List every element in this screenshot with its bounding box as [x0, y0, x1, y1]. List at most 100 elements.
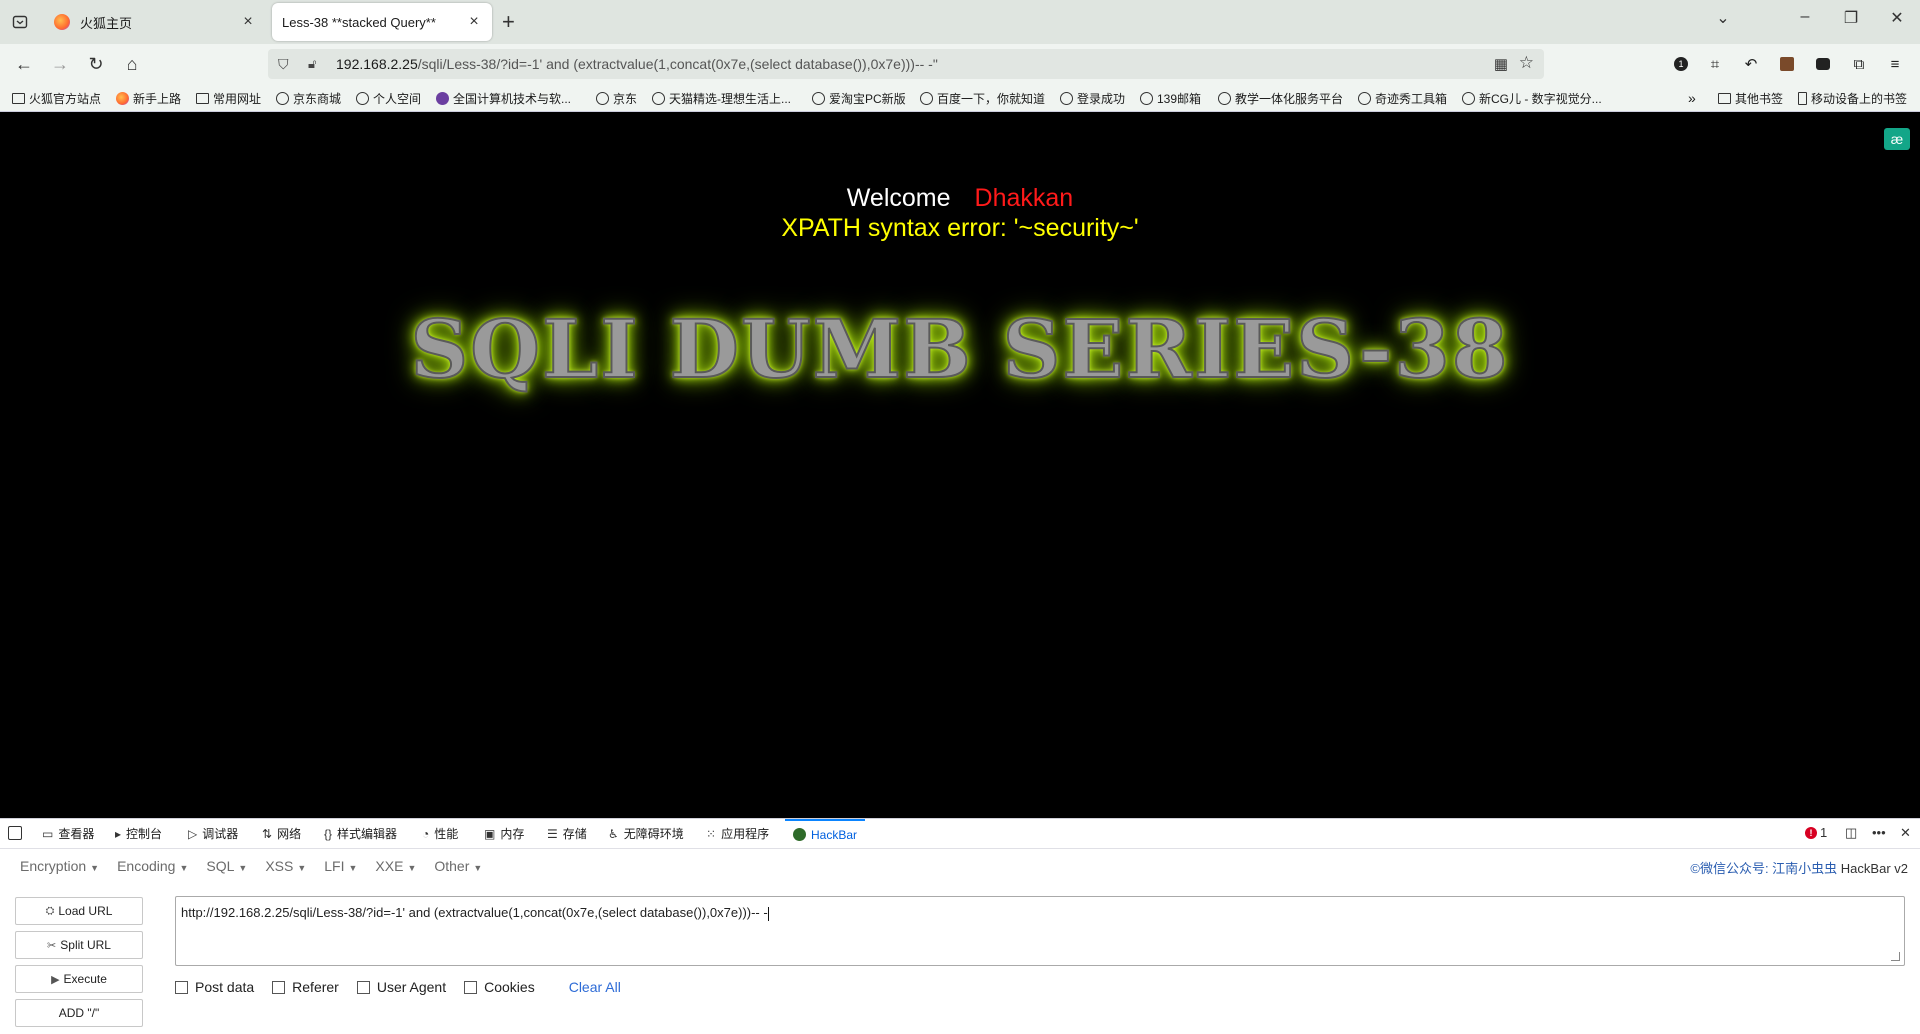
- bookmark-item[interactable]: 新手上路: [116, 90, 181, 107]
- avatar-extension-icon[interactable]: [1776, 53, 1798, 75]
- bookmarks-overflow-icon[interactable]: »: [1688, 90, 1696, 106]
- new-tab-button[interactable]: +: [502, 10, 515, 34]
- credit-version: HackBar v2: [1840, 861, 1908, 876]
- element-picker-icon[interactable]: [8, 826, 22, 840]
- load-icon: ⛭: [45, 904, 55, 917]
- clear-all-link[interactable]: Clear All: [569, 979, 621, 995]
- translate-extension-icon[interactable]: æ: [1884, 128, 1910, 150]
- restore-button[interactable]: ❐: [1828, 8, 1874, 28]
- bookmark-item[interactable]: 奇迹秀工具箱: [1358, 90, 1447, 107]
- checkbox-label: User Agent: [376, 979, 447, 995]
- minimize-button[interactable]: –: [1782, 8, 1828, 26]
- tab-hackbar[interactable]: HackBar: [785, 819, 866, 848]
- globe-icon: [1218, 92, 1231, 105]
- bookmark-label: 天猫精选-理想生活上...: [669, 92, 791, 106]
- checkbox-box[interactable]: [175, 980, 188, 994]
- url-textarea[interactable]: http://192.168.2.25/sqli/Less-38/?id=-1'…: [175, 896, 1905, 966]
- container-icon[interactable]: [1812, 53, 1834, 75]
- tab-firefox-home[interactable]: 火狐主页 ×: [44, 3, 266, 41]
- bookmark-item[interactable]: 百度一下，你就知道: [920, 90, 1045, 107]
- bookmark-label: 京东商城: [293, 92, 342, 106]
- folder-icon: [12, 93, 25, 104]
- bookmark-star-icon[interactable]: ☆: [1519, 53, 1534, 73]
- other-bookmarks-folder[interactable]: 其他书签: [1718, 90, 1783, 107]
- post-data-checkbox[interactable]: Post data: [175, 979, 254, 995]
- bookmark-item[interactable]: 天猫精选-理想生活上...: [652, 90, 791, 107]
- tab-list-button[interactable]: [8, 10, 32, 34]
- extension-icon[interactable]: 1: [1670, 53, 1692, 75]
- tab-label: 内存: [500, 827, 525, 841]
- bookmark-item[interactable]: 新CG儿 - 数字视觉分...: [1462, 90, 1602, 107]
- forward-button[interactable]: →: [48, 52, 72, 76]
- menu-label: Other: [434, 858, 470, 874]
- user-agent-checkbox[interactable]: User Agent: [356, 979, 447, 995]
- checkbox-box[interactable]: [356, 980, 370, 994]
- address-bar[interactable]: ⛉ 🔓︎ 192.168.2.25/sqli/Less-38/?id=-1' a…: [268, 49, 1544, 79]
- tab-inspector[interactable]: ▭ 查看器: [42, 819, 94, 848]
- checkbox-box[interactable]: [464, 980, 478, 994]
- bookmark-item[interactable]: 个人空间: [356, 90, 421, 107]
- resize-handle-icon[interactable]: [1891, 952, 1900, 961]
- close-tab-icon[interactable]: ×: [240, 13, 256, 31]
- tab-storage[interactable]: ☰ 存储: [547, 819, 587, 848]
- list-all-tabs-icon[interactable]: ⌄: [1700, 8, 1746, 28]
- menu-icon[interactable]: ≡: [1884, 53, 1906, 75]
- tab-style-editor[interactable]: {} 样式编辑器: [324, 819, 397, 848]
- referer-checkbox[interactable]: Referer: [272, 979, 339, 995]
- load-url-button[interactable]: ⛭ Load URL: [15, 897, 143, 925]
- cookies-checkbox[interactable]: Cookies: [464, 979, 535, 995]
- menu-other[interactable]: Other ▼: [434, 858, 482, 874]
- bookmark-folder[interactable]: 火狐官方站点: [12, 90, 101, 107]
- bookmark-item[interactable]: 京东商城: [276, 90, 341, 107]
- dock-side-icon[interactable]: ◫: [1845, 825, 1857, 841]
- bookmark-item[interactable]: 教学一体化服务平台: [1218, 90, 1343, 107]
- qr-code-icon[interactable]: ▦: [1494, 55, 1508, 73]
- tab-debugger[interactable]: ▷ 调试器: [188, 819, 238, 848]
- folder-icon: [196, 93, 209, 104]
- bookmark-folder[interactable]: 常用网址: [196, 90, 261, 107]
- menu-xxe[interactable]: XXE ▼: [375, 858, 416, 874]
- bookmark-item[interactable]: 登录成功: [1060, 90, 1125, 107]
- tab-network[interactable]: ⇅ 网络: [262, 819, 301, 848]
- crop-icon[interactable]: ⌗: [1704, 53, 1726, 75]
- tracking-protection-icon[interactable]: ⛉: [278, 56, 294, 73]
- menu-encoding[interactable]: Encoding ▼: [117, 858, 188, 874]
- menu-encryption[interactable]: Encryption ▼: [20, 858, 99, 874]
- error-count-badge[interactable]: ! 1: [1805, 825, 1827, 840]
- execute-button[interactable]: ▶ Execute: [15, 965, 143, 993]
- url-text[interactable]: 192.168.2.25/sqli/Less-38/?id=-1' and (e…: [336, 56, 938, 72]
- close-tab-icon[interactable]: ×: [466, 13, 482, 31]
- more-options-icon[interactable]: •••: [1872, 825, 1886, 840]
- add-slash-button[interactable]: ADD "/": [15, 999, 143, 1027]
- close-devtools-icon[interactable]: ✕: [1900, 825, 1911, 841]
- checkbox-box[interactable]: [272, 980, 286, 994]
- menu-lfi[interactable]: LFI ▼: [324, 858, 357, 874]
- bookmark-item[interactable]: 全国计算机技术与软...: [436, 90, 571, 107]
- reload-button[interactable]: ↻: [84, 52, 108, 76]
- close-window-button[interactable]: ✕: [1874, 8, 1920, 28]
- split-url-button[interactable]: ✂ Split URL: [15, 931, 143, 959]
- tab-console[interactable]: ▸ 控制台: [115, 819, 162, 848]
- insecure-lock-icon[interactable]: 🔓︎: [308, 56, 324, 72]
- mobile-icon: [1798, 92, 1807, 105]
- menu-sql[interactable]: SQL ▼: [206, 858, 247, 874]
- tab-label: 样式编辑器: [337, 827, 398, 841]
- tab-memory[interactable]: ▣ 内存: [484, 819, 524, 848]
- tab-less-38[interactable]: Less-38 **stacked Query** ×: [272, 3, 492, 41]
- tab-performance[interactable]: ◔ 性能: [422, 819, 458, 848]
- extensions-puzzle-icon[interactable]: ⧉: [1848, 53, 1870, 75]
- button-label: Execute: [63, 972, 107, 986]
- tab-application[interactable]: ⁙ 应用程序: [706, 819, 769, 848]
- menu-xss[interactable]: XSS ▼: [265, 858, 306, 874]
- bookmark-item[interactable]: 爱淘宝PC新版: [812, 90, 906, 107]
- bookmark-item[interactable]: 139邮箱: [1140, 90, 1201, 107]
- back-button[interactable]: ←: [12, 52, 36, 76]
- home-button[interactable]: ⌂: [120, 52, 144, 76]
- undo-icon[interactable]: ↶: [1740, 53, 1762, 75]
- menu-label: Encoding: [117, 858, 176, 874]
- button-label: Load URL: [58, 904, 113, 918]
- mobile-bookmarks-folder[interactable]: 移动设备上的书签: [1798, 90, 1907, 107]
- credit-cn: ©微信公众号: 江南小虫虫: [1690, 861, 1838, 876]
- bookmark-item[interactable]: 京东: [596, 90, 637, 107]
- tab-accessibility[interactable]: ♿︎ 无障碍环境: [608, 819, 684, 848]
